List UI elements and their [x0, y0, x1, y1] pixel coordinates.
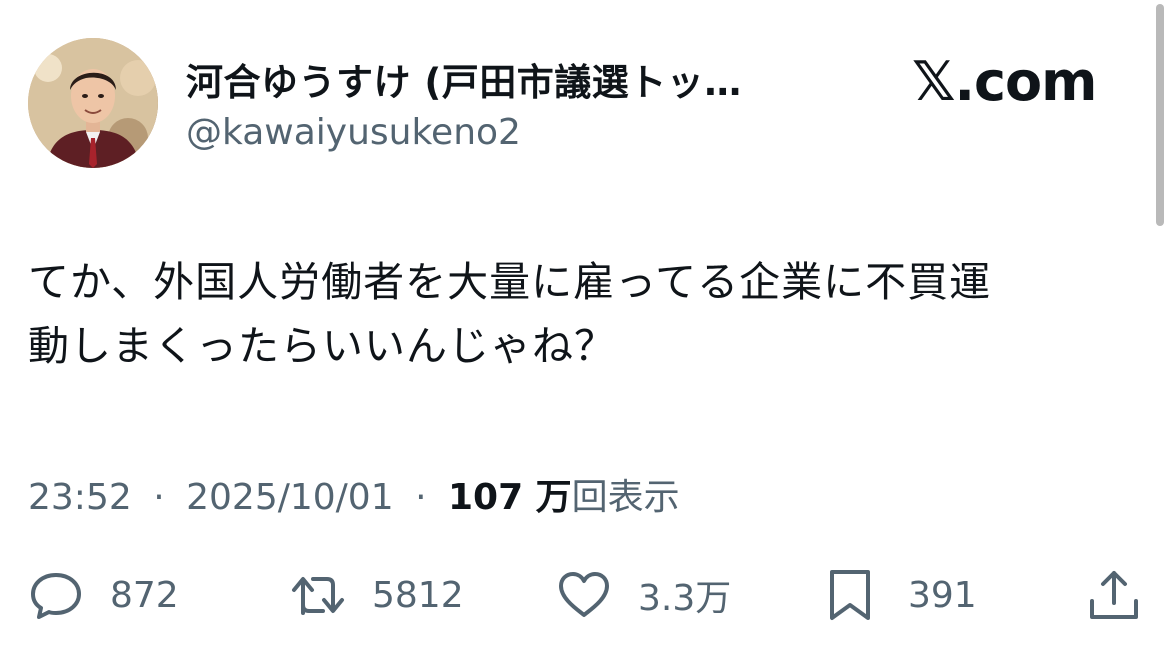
heart-icon [559, 572, 609, 617]
repost-button[interactable]: 5812 [288, 560, 464, 630]
meta-separator: · [153, 477, 165, 518]
speech-bubble-icon [31, 573, 81, 619]
like-button[interactable]: 3.3万 [556, 560, 731, 630]
tweet-text-line: 動しまくったらいいんじゃね？ [28, 322, 616, 370]
author-avatar[interactable] [28, 38, 158, 168]
avatar-photo [28, 38, 158, 168]
tweet-time[interactable]: 23:52 [28, 477, 132, 518]
author-display-name[interactable]: 河合ゆうすけ (戸田市議選トッ… [186, 52, 742, 106]
bookmark-count: 391 [908, 574, 977, 616]
meta-separator: · [415, 477, 427, 518]
bookmark-icon [830, 570, 870, 620]
repost-count: 5812 [372, 574, 464, 616]
views-label: 回表示 [571, 477, 680, 518]
scrollbar-thumb[interactable] [1156, 4, 1164, 226]
reply-button[interactable]: 872 [28, 560, 179, 630]
views-count: 107 万 [447, 477, 572, 518]
tweet-date[interactable]: 2025/10/01 [186, 477, 394, 518]
author-handle[interactable]: @kawaiyusukeno2 [186, 112, 521, 153]
share-button[interactable] [1086, 560, 1142, 630]
tweet-meta: 23:52 · 2025/10/01 · 107 万回表示 [28, 468, 680, 520]
reply-count: 872 [110, 574, 179, 616]
bookmark-button[interactable]: 391 [822, 560, 977, 630]
share-upload-icon [1090, 571, 1138, 619]
x-com-logo: 𝕏.com [912, 50, 1097, 113]
tweet-text-line: てか、外国人労働者を大量に雇ってる企業に不買運 [28, 258, 992, 306]
action-bar: 872 5812 3.3万 391 [0, 560, 1170, 630]
like-count: 3.3万 [638, 578, 732, 619]
repost-arrows-icon [292, 577, 344, 615]
tweet-text: てか、外国人労働者を大量に雇ってる企業に不買運 動しまくったらいいんじゃね？ [28, 250, 1138, 378]
